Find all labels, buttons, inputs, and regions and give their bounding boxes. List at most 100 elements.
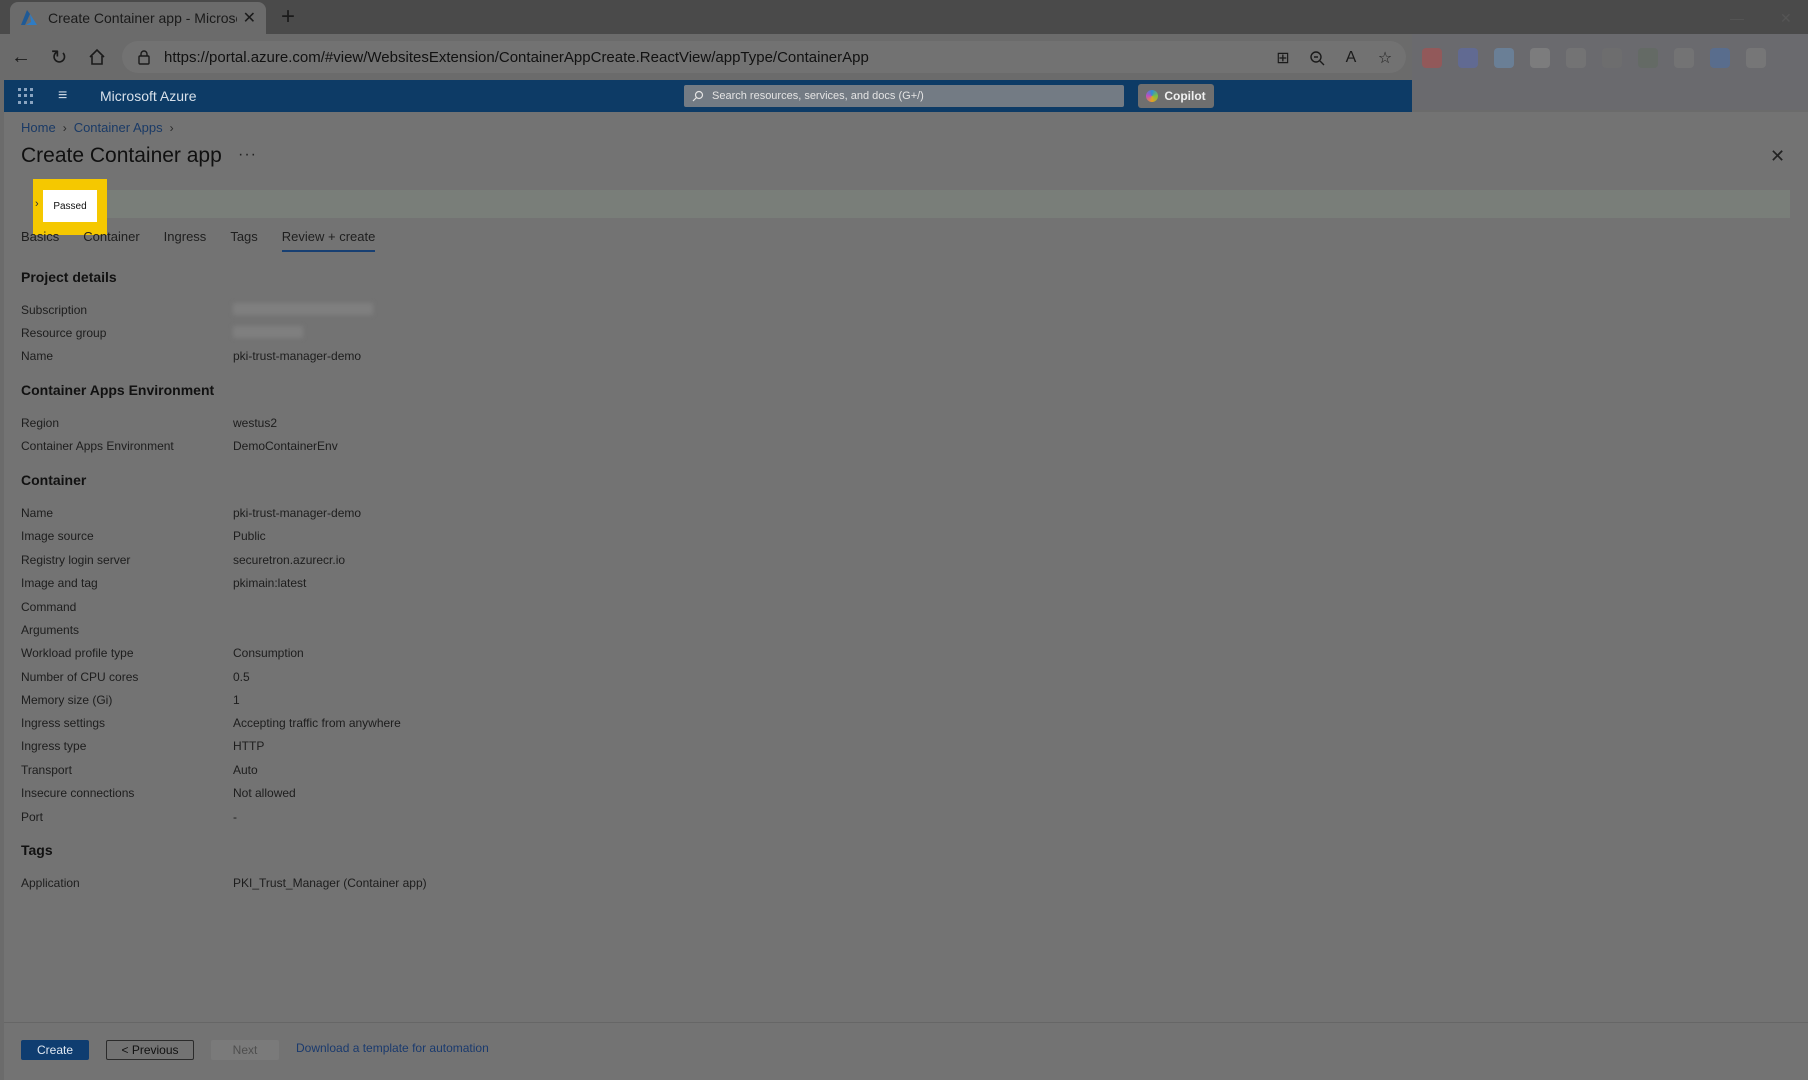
azure-logo-icon	[21, 10, 37, 25]
row-value: Public	[233, 529, 266, 543]
browser-extensions-area	[1412, 34, 1808, 110]
row-label: Registry login server	[21, 553, 131, 567]
summary-row: Ingress settings Accepting traffic from …	[21, 716, 621, 730]
tab-ingress[interactable]: Ingress	[164, 229, 207, 252]
window-close-icon[interactable]: ✕	[1780, 10, 1792, 27]
summary-row: Memory size (Gi) 1	[21, 693, 621, 707]
row-label: Insecure connections	[21, 786, 135, 800]
copilot-icon	[1146, 90, 1159, 102]
row-label: Resource group	[21, 326, 107, 340]
tab-tags[interactable]: Tags	[230, 229, 257, 252]
extension-icon[interactable]	[1458, 48, 1478, 68]
section-container-apps-environment: Container Apps Environment	[21, 382, 215, 398]
summary-row: Port -	[21, 810, 621, 824]
new-tab-button[interactable]: +	[274, 4, 302, 30]
browser-tab-bar: Create Container app - Microsoft ✕ + — ✕	[0, 0, 1808, 34]
back-icon[interactable]: ←	[8, 44, 34, 70]
extension-icon[interactable]	[1638, 48, 1658, 68]
breadcrumb-home[interactable]: Home	[21, 120, 56, 135]
extension-icon[interactable]	[1746, 48, 1766, 68]
row-value	[233, 600, 621, 614]
url-field[interactable]: https://portal.azure.com/#view/WebsitesE…	[122, 41, 1406, 73]
row-label: Region	[21, 416, 60, 430]
summary-row: Workload profile type Consumption	[21, 646, 621, 660]
extension-icon[interactable]	[1602, 48, 1622, 68]
summary-row: Number of CPU cores 0.5	[21, 670, 621, 684]
extension-icon[interactable]	[1530, 48, 1550, 68]
resource-group-value-redacted	[233, 326, 621, 341]
summary-row: Command	[21, 600, 621, 614]
summary-row: Resource group	[21, 326, 621, 341]
chevron-right-icon: ›	[169, 120, 174, 135]
menu-icon[interactable]: ≡	[58, 87, 74, 105]
chevron-right-icon: ›	[62, 120, 67, 135]
app-available-icon[interactable]: ⊞	[1272, 47, 1294, 69]
row-label: Image and tag	[21, 576, 98, 590]
row-value	[233, 623, 621, 637]
next-button[interactable]: Next	[211, 1040, 279, 1060]
row-value: HTTP	[233, 739, 265, 753]
section-container: Container	[21, 472, 87, 488]
create-button[interactable]: Create	[21, 1040, 89, 1060]
extension-icon[interactable]	[1566, 48, 1586, 68]
row-value: pki-trust-manager-demo	[233, 349, 362, 363]
azure-top-bar: ≡ Microsoft Azure Search resources, serv…	[4, 80, 1412, 112]
refresh-icon[interactable]: ↻	[46, 44, 72, 70]
app-launcher-icon[interactable]	[18, 88, 34, 104]
summary-row: Insecure connections Not allowed	[21, 786, 621, 800]
global-search-input[interactable]: Search resources, services, and docs (G+…	[684, 85, 1124, 107]
row-value: -	[233, 810, 237, 824]
wizard-tabs: Basics Container Ingress Tags Review + c…	[21, 229, 399, 252]
section-project-details: Project details	[21, 269, 117, 285]
wizard-footer: Create < Previous Next Download a templa…	[4, 1022, 1808, 1078]
azure-brand[interactable]: Microsoft Azure	[100, 88, 196, 104]
row-value: westus2	[233, 416, 278, 430]
chevron-right-icon: ›	[35, 198, 39, 210]
minimize-icon[interactable]: —	[1730, 10, 1744, 26]
summary-row: Ingress type HTTP	[21, 739, 621, 753]
extension-icon[interactable]	[1494, 48, 1514, 68]
page-title: Create Container app	[21, 144, 222, 167]
row-label: Command	[21, 600, 77, 614]
extension-icon[interactable]	[1710, 48, 1730, 68]
breadcrumb: Home › Container Apps ›	[21, 120, 174, 135]
row-value: Auto	[233, 763, 258, 777]
tab-container[interactable]: Container	[83, 229, 139, 252]
row-value: Accepting traffic from anywhere	[233, 716, 401, 730]
breadcrumb-container-apps[interactable]: Container Apps	[74, 120, 163, 135]
row-label: Memory size (Gi)	[21, 693, 113, 707]
tab-basics[interactable]: Basics	[21, 229, 59, 252]
previous-button[interactable]: < Previous	[106, 1040, 194, 1060]
extension-icon[interactable]	[1422, 48, 1442, 68]
row-label: Port	[21, 810, 44, 824]
tab-review-create[interactable]: Review + create	[281, 229, 376, 252]
summary-row: Arguments	[21, 623, 621, 637]
summary-row: Image and tag pkimain:latest	[21, 576, 621, 590]
copilot-button[interactable]: Copilot	[1138, 84, 1214, 108]
read-aloud-icon[interactable]: A	[1340, 47, 1362, 69]
favorite-star-icon[interactable]: ☆	[1374, 47, 1396, 69]
row-label: Number of CPU cores	[21, 670, 139, 684]
summary-row: Image source Public	[21, 529, 621, 543]
browser-tab[interactable]: Create Container app - Microsoft ✕	[10, 2, 266, 34]
close-tab-icon[interactable]: ✕	[243, 8, 256, 28]
summary-row: Container Apps Environment DemoContainer…	[21, 439, 621, 453]
row-value: 1	[233, 693, 240, 707]
zoom-icon[interactable]	[1306, 47, 1328, 69]
copilot-label: Copilot	[1164, 89, 1206, 103]
row-value: 0.5	[233, 670, 250, 684]
lock-icon	[138, 50, 150, 65]
extension-icon[interactable]	[1674, 48, 1694, 68]
more-options-icon[interactable]: ···	[238, 146, 257, 164]
row-label: Arguments	[21, 623, 80, 637]
validation-banner	[44, 190, 1790, 218]
section-tags: Tags	[21, 842, 53, 858]
summary-row: Region westus2	[21, 416, 621, 430]
row-label: Ingress type	[21, 739, 87, 753]
row-value: Not allowed	[233, 786, 296, 800]
home-icon[interactable]	[84, 44, 110, 70]
search-icon	[692, 90, 704, 102]
close-icon[interactable]: ✕	[1770, 146, 1785, 167]
browser-tab-title: Create Container app - Microsoft	[48, 10, 237, 26]
download-template-link[interactable]: Download a template for automation	[296, 1041, 489, 1055]
